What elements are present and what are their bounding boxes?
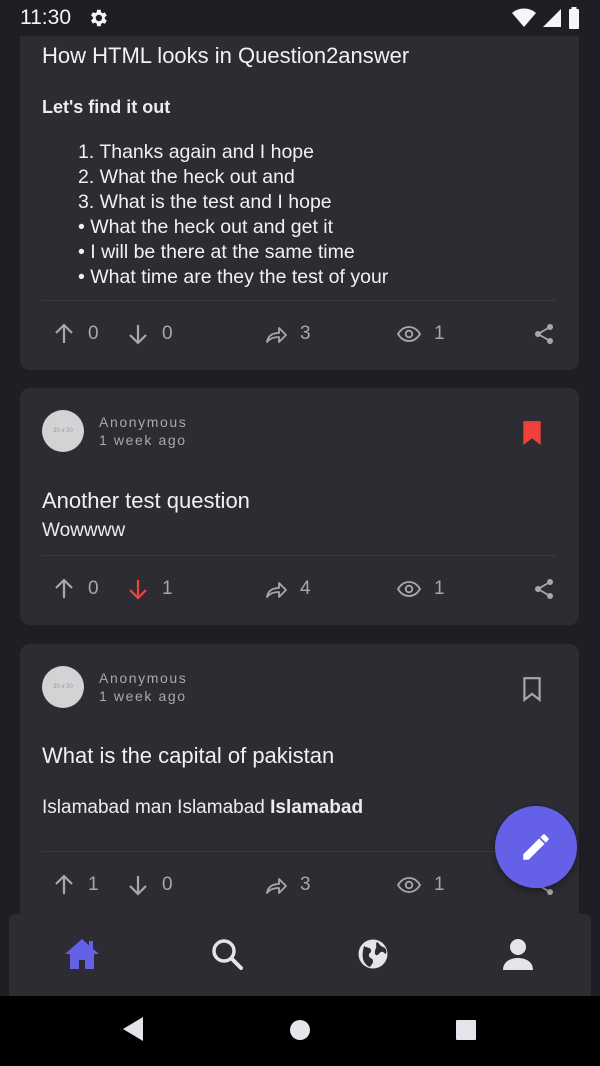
question-body: Wowwww xyxy=(42,520,126,541)
question-title: How HTML looks in Question2answer xyxy=(42,43,410,68)
arrow-down-icon xyxy=(129,325,147,345)
views-indicator: 1 xyxy=(396,574,445,604)
bottom-navigation xyxy=(9,914,591,996)
arrow-down-icon xyxy=(129,580,147,600)
list-item: • I will be there at the same time xyxy=(78,241,355,263)
question-feed[interactable]: How HTML looks in Question2answer Let's … xyxy=(0,0,600,914)
downvote-button[interactable]: 0 xyxy=(126,319,173,349)
upvote-count: 1 xyxy=(88,874,99,895)
views-indicator: 1 xyxy=(396,319,445,349)
question-title[interactable]: What is the capital of pakistan xyxy=(42,743,334,769)
nav-search[interactable] xyxy=(207,934,247,974)
action-bar: 0 1 4 1 xyxy=(42,574,557,604)
recents-icon[interactable] xyxy=(455,1019,477,1041)
status-bar: 11:30 xyxy=(0,0,600,36)
question-card[interactable]: 30 x 30 Anonymous 1 week ago Another tes… xyxy=(20,388,579,625)
avatar: 30 x 30 xyxy=(42,410,84,452)
share-icon xyxy=(535,324,553,344)
system-navigation-bar xyxy=(0,996,600,1066)
divider xyxy=(42,851,557,852)
card-header: 30 x 30 Anonymous 1 week ago xyxy=(42,666,187,708)
upvote-button[interactable]: 0 xyxy=(52,319,99,349)
card-header: 30 x 30 Anonymous 1 week ago xyxy=(42,410,187,452)
arrow-up-icon xyxy=(55,578,73,598)
question-card[interactable]: How HTML looks in Question2answer Let's … xyxy=(20,0,579,370)
share-icon xyxy=(535,579,553,599)
question-title[interactable]: Another test question xyxy=(42,488,250,514)
answers-count: 3 xyxy=(300,874,311,895)
forward-arrow-icon xyxy=(266,878,287,894)
avatar: 30 x 30 xyxy=(42,666,84,708)
arrow-up-icon xyxy=(55,323,73,343)
pencil-icon xyxy=(523,834,549,860)
upvote-button[interactable]: 1 xyxy=(52,870,99,900)
action-bar: 0 0 3 1 xyxy=(42,319,557,349)
views-count: 1 xyxy=(434,874,445,895)
battery-icon xyxy=(569,7,579,29)
answers-count: 4 xyxy=(300,578,311,599)
eye-icon xyxy=(396,581,422,597)
author-name: Anonymous xyxy=(99,670,188,686)
body-bold-text: Islamabad xyxy=(270,797,364,818)
downvote-button[interactable]: 1 xyxy=(126,574,173,604)
forward-arrow-icon xyxy=(266,582,287,598)
question-list: 1. Thanks again and I hope 2. What the h… xyxy=(78,140,388,290)
nav-explore[interactable] xyxy=(353,934,393,974)
nav-home[interactable] xyxy=(62,934,102,974)
share-button[interactable] xyxy=(532,574,556,604)
bookmark-outline-icon[interactable] xyxy=(521,676,543,702)
downvote-count: 0 xyxy=(162,874,173,895)
answers-button[interactable]: 3 xyxy=(264,319,311,349)
upvote-count: 0 xyxy=(88,578,99,599)
answers-count: 3 xyxy=(300,323,311,344)
gear-icon xyxy=(91,9,107,27)
arrow-down-icon xyxy=(129,876,147,896)
list-item: 3. What is the test and I hope xyxy=(78,191,332,213)
arrow-up-icon xyxy=(55,874,73,894)
share-button[interactable] xyxy=(532,319,556,349)
question-card[interactable]: 30 x 30 Anonymous 1 week ago What is the… xyxy=(20,644,579,914)
back-icon[interactable] xyxy=(122,1016,144,1042)
wifi-icon xyxy=(512,8,536,27)
downvote-button[interactable]: 0 xyxy=(126,870,173,900)
author-name: Anonymous xyxy=(99,414,188,430)
question-body: Islamabad man Islamabad Islamabad xyxy=(42,797,363,819)
status-time: 11:30 xyxy=(20,6,71,29)
list-item: • What the heck out and get it xyxy=(78,216,334,238)
answers-button[interactable]: 3 xyxy=(264,870,311,900)
compose-button[interactable] xyxy=(495,806,577,888)
upvote-button[interactable]: 0 xyxy=(52,574,99,604)
views-indicator: 1 xyxy=(396,870,445,900)
globe-icon xyxy=(358,939,388,969)
list-item: 2. What the heck out and xyxy=(78,166,295,188)
views-count: 1 xyxy=(434,578,445,599)
divider xyxy=(42,300,557,301)
list-item: 1. Thanks again and I hope xyxy=(78,141,314,163)
list-item: • What time are they the test of your xyxy=(78,266,389,288)
post-time: 1 week ago xyxy=(99,432,187,448)
eye-icon xyxy=(396,326,422,342)
nav-profile[interactable] xyxy=(498,934,538,974)
body-text: Islamabad man Islamabad xyxy=(42,797,271,818)
home-circle-icon[interactable] xyxy=(289,1019,311,1041)
user-icon xyxy=(503,939,533,970)
views-count: 1 xyxy=(434,323,445,344)
action-bar: 1 0 3 1 xyxy=(42,870,557,900)
question-heading: Let's find it out xyxy=(42,97,171,117)
post-time: 1 week ago xyxy=(99,688,187,704)
search-icon xyxy=(212,939,243,970)
eye-icon xyxy=(396,877,422,893)
bookmark-icon[interactable] xyxy=(521,420,543,446)
downvote-count: 1 xyxy=(162,578,173,599)
answers-button[interactable]: 4 xyxy=(264,574,311,604)
signal-icon xyxy=(543,9,561,27)
divider xyxy=(42,555,557,556)
downvote-count: 0 xyxy=(162,323,173,344)
forward-arrow-icon xyxy=(266,327,287,343)
home-icon xyxy=(65,939,99,969)
upvote-count: 0 xyxy=(88,323,99,344)
